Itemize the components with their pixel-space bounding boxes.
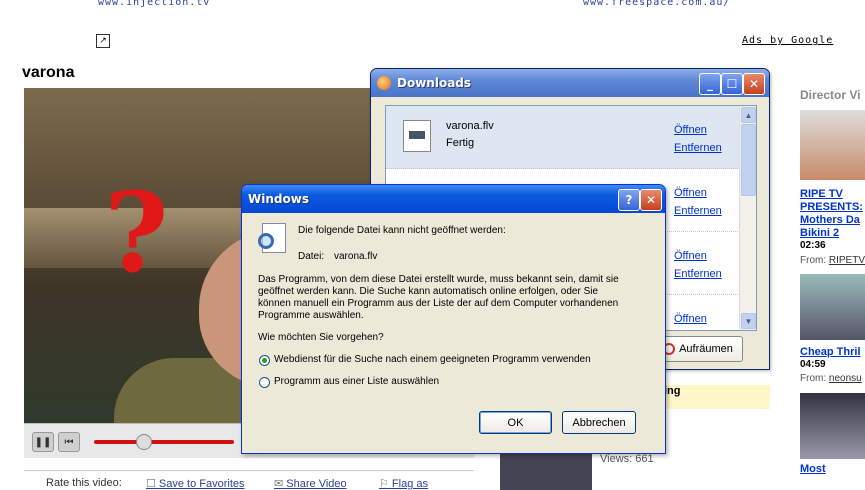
scroll-down-icon[interactable]: ▼	[741, 313, 756, 329]
open-link[interactable]: Öffnen	[674, 250, 707, 262]
video-link-1-line: RIPE TV	[800, 188, 843, 200]
dialog-title: Windows	[248, 192, 309, 206]
video-from-2: From: neonsu	[800, 373, 865, 384]
save-favorites-label: Save to Favorites	[158, 478, 245, 490]
explanation-line: Programme auswählen.	[258, 310, 364, 321]
file-name: varona.flv	[334, 251, 378, 262]
partial-heading: ing	[664, 385, 681, 397]
share-video-link[interactable]: ✉ Share Video	[274, 477, 347, 490]
remove-link[interactable]: Entfernen	[674, 205, 722, 217]
clear-list-button[interactable]: Aufräumen	[653, 336, 743, 362]
explanation-line: können manuell ein Programm aus der List…	[258, 298, 619, 309]
ad-link-injection[interactable]: www.injection.tv	[98, 0, 210, 8]
explanation-line: geöffnet werden kann. Die Suche kann aut…	[258, 286, 599, 297]
video-link-2[interactable]: Cheap Thril	[800, 346, 865, 359]
seek-handle[interactable]	[136, 434, 152, 450]
director-videos-header: Director Vi	[800, 88, 861, 102]
remove-link[interactable]: Entfernen	[674, 268, 722, 280]
download-item[interactable]: varona.flv Fertig Öffnen Entfernen	[386, 106, 740, 169]
share-icon: ✉	[274, 478, 287, 490]
open-link[interactable]: Öffnen	[674, 124, 707, 136]
director-videos-column: Director Vi RIPE TV PRESENTS: Mothers Da…	[800, 88, 865, 476]
cannot-open-message: Die folgende Datei kann nicht geöffnet w…	[298, 225, 506, 236]
from-label: From:	[800, 373, 827, 384]
open-with-dialog: Windows ? ✕ Die folgende Datei kann nich…	[241, 184, 666, 454]
ads-by-google-link[interactable]: Ads by Google	[742, 35, 833, 46]
popout-icon[interactable]: ↗	[96, 34, 110, 48]
flag-link[interactable]: ⚐ Flag as	[379, 477, 428, 490]
favorites-icon: ☐	[146, 478, 159, 490]
from-user-link[interactable]: RIPETV	[829, 255, 865, 266]
flv-file-icon	[403, 120, 431, 152]
search-file-icon	[258, 223, 286, 255]
scroll-thumb[interactable]	[741, 124, 756, 196]
close-button[interactable]: ✕	[743, 73, 765, 95]
scroll-up-icon[interactable]: ▲	[741, 107, 756, 123]
web-service-radio[interactable]	[259, 355, 270, 366]
firefox-icon	[377, 76, 391, 90]
help-button[interactable]: ?	[618, 189, 640, 211]
from-label: From:	[800, 255, 827, 266]
dialog-titlebar[interactable]: Windows	[242, 185, 665, 213]
pause-icon[interactable]: ❚❚	[32, 432, 54, 452]
video-title: varona	[22, 64, 75, 81]
video-link-1-line: Bikini 2	[800, 227, 840, 239]
video-link-3[interactable]: Most	[800, 463, 865, 476]
minimize-button[interactable]: _	[699, 73, 721, 95]
question-text: Wie möchten Sie vorgehen?	[258, 332, 384, 343]
program-list-option[interactable]: Programm aus einer Liste auswählen	[274, 376, 439, 387]
cancel-button[interactable]: Abbrechen	[562, 411, 636, 434]
ok-button[interactable]: OK	[479, 411, 552, 434]
open-link[interactable]: Öffnen	[674, 313, 707, 325]
seek-bar[interactable]	[94, 440, 234, 444]
video-duration-1: 02:36	[800, 240, 826, 251]
remove-link[interactable]: Entfernen	[674, 142, 722, 154]
dialog-body: Die folgende Datei kann nicht geöffnet w…	[242, 213, 665, 451]
from-user-link[interactable]: neonsu	[829, 373, 862, 384]
flag-label: Flag as	[391, 478, 428, 490]
open-link[interactable]: Öffnen	[674, 187, 707, 199]
video-thumbnail-2[interactable]	[800, 274, 865, 340]
flag-icon: ⚐	[379, 478, 392, 490]
share-video-label: Share Video	[286, 478, 347, 490]
video-link-1-line: Mothers Da	[800, 214, 860, 226]
video-duration-2: 04:59	[800, 359, 826, 370]
video-thumbnail-1[interactable]	[800, 110, 865, 180]
rate-label: Rate this video:	[46, 477, 122, 489]
maximize-button[interactable]: ☐	[721, 73, 743, 95]
downloads-scrollbar[interactable]: ▲ ▼	[739, 106, 756, 330]
video-thumbnail-3[interactable]	[800, 393, 865, 459]
rate-bar: Rate this video: ☐ Save to Favorites ✉ S…	[24, 470, 474, 490]
video-from-1: From: RIPETV	[800, 255, 865, 266]
views-count: Views: 661	[600, 453, 654, 465]
download-status: Fertig	[446, 137, 475, 149]
program-list-radio[interactable]	[259, 377, 270, 388]
video-link-1[interactable]: RIPE TV PRESENTS: Mothers Da Bikini 2	[800, 188, 865, 240]
video-link-1-line: PRESENTS:	[800, 201, 863, 213]
downloads-title: Downloads	[397, 76, 472, 90]
explanation-line: Das Programm, von dem diese Datei erstel…	[258, 274, 619, 285]
file-label: Datei:	[298, 251, 325, 262]
question-mark-graphic: ?	[104, 168, 169, 297]
save-favorites-link[interactable]: ☐ Save to Favorites	[146, 477, 245, 490]
magnifier-shape	[258, 233, 274, 249]
rewind-icon[interactable]: ⏮	[58, 432, 80, 452]
ad-link-freespace[interactable]: www.freespace.com.au/	[583, 0, 730, 8]
dialog-close-button[interactable]: ✕	[640, 189, 662, 211]
web-service-option[interactable]: Webdienst für die Suche nach einem geeig…	[274, 354, 591, 365]
download-filename: varona.flv	[446, 120, 494, 132]
clear-list-label: Aufräumen	[679, 343, 733, 355]
